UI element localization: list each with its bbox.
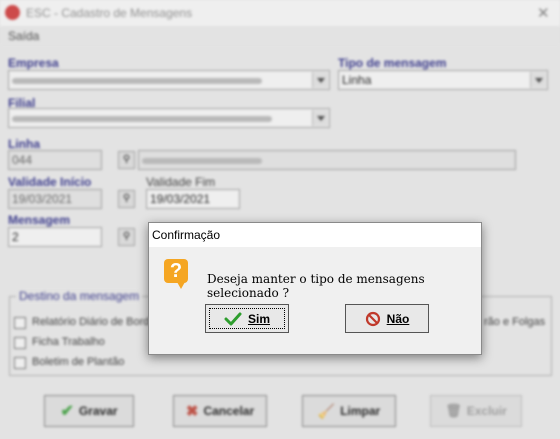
dialog-titlebar: Confirmação bbox=[149, 223, 481, 247]
modal-overlay bbox=[0, 0, 560, 439]
prohibited-icon bbox=[365, 311, 380, 326]
no-button[interactable]: Não bbox=[345, 304, 429, 333]
dialog-title: Confirmação bbox=[152, 228, 221, 242]
check-icon bbox=[224, 312, 242, 325]
yes-button-label: Sim bbox=[247, 311, 270, 326]
no-button-label: Não bbox=[386, 311, 410, 326]
dialog-message: Deseja manter o tipo de mensagens seleci… bbox=[207, 272, 425, 300]
question-icon-tail bbox=[177, 282, 185, 289]
question-icon: ? bbox=[164, 259, 188, 283]
yes-button[interactable]: Sim bbox=[205, 304, 289, 333]
confirmation-dialog: Confirmação ? Deseja manter o tipo de me… bbox=[148, 222, 482, 355]
